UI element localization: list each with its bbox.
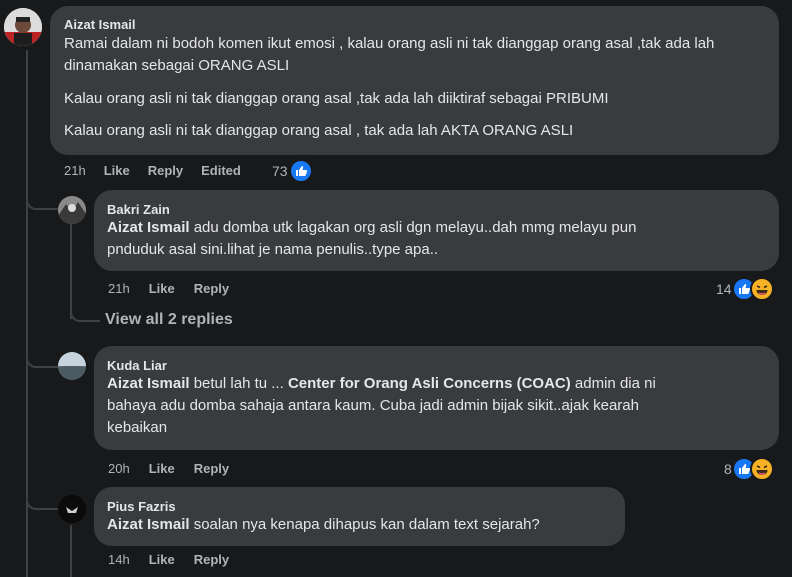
thread-curve-2 — [26, 348, 58, 368]
like-icon — [288, 159, 313, 183]
reply-author[interactable]: Pius Fazris — [107, 499, 612, 514]
reply-text-part: soalan nya kenapa dihapus kan dalam text… — [189, 516, 540, 533]
reply-button[interactable]: Reply — [194, 281, 229, 296]
thread-curve-viewall — [70, 302, 100, 322]
like-button[interactable]: Like — [104, 163, 130, 178]
reply-text-line2: bahaya adu domba sahaja antara kaum. Cub… — [107, 397, 639, 414]
thread-curve-3 — [26, 490, 58, 510]
reply-text: Aizat Ismail betul lah tu ... Center for… — [107, 373, 766, 395]
reply-author[interactable]: Kuda Liar — [107, 358, 766, 373]
avatar-image — [58, 495, 86, 523]
avatar-bakri[interactable] — [58, 196, 86, 224]
mention-link-page[interactable]: Center for Orang Asli Concerns (COAC) — [288, 375, 571, 392]
reply-text: Aizat Ismail soalan nya kenapa dihapus k… — [107, 514, 612, 536]
avatar-image — [58, 352, 86, 380]
reply-time[interactable]: 20h — [108, 461, 130, 476]
reaction-summary-main[interactable]: 73 — [272, 159, 313, 183]
reply-bubble-2: Kuda Liar Aizat Ismail betul lah tu ... … — [94, 346, 779, 450]
comment-paragraph-2: Kalau orang asli ni tak dianggap orang a… — [64, 90, 609, 107]
haha-icon — [749, 277, 774, 301]
like-button[interactable]: Like — [149, 461, 175, 476]
comment-bubble-main: Aizat Ismail Ramai dalam ni bodoh komen … — [50, 6, 779, 155]
like-button[interactable]: Like — [149, 552, 175, 567]
avatar-kuda[interactable] — [58, 352, 86, 380]
avatar-image — [4, 8, 42, 46]
mention-link[interactable]: Aizat Ismail — [107, 219, 190, 236]
reply-text-part: admin dia ni — [570, 375, 656, 392]
mention-link[interactable]: Aizat Ismail — [107, 516, 190, 533]
reaction-summary-2[interactable]: 8 — [724, 457, 774, 481]
thread-line-sub-3 — [70, 525, 72, 577]
reply-time[interactable]: 21h — [108, 281, 130, 296]
reply-button[interactable]: Reply — [194, 552, 229, 567]
reaction-count: 73 — [272, 163, 288, 179]
comment-paragraph-1: Ramai dalam ni bodoh komen ikut emosi , … — [64, 35, 715, 74]
edited-label[interactable]: Edited — [201, 163, 241, 178]
avatar-pius[interactable] — [58, 495, 86, 523]
like-button[interactable]: Like — [149, 281, 175, 296]
reply-actions-1: 21h Like Reply — [108, 281, 229, 296]
comment-author[interactable]: Aizat Ismail — [64, 17, 765, 32]
reply-text: Aizat Ismail adu domba utk lagakan org a… — [107, 217, 766, 239]
reply-text-line2: pnduduk asal sini.lihat je nama penulis.… — [107, 241, 439, 258]
comment-time[interactable]: 21h — [64, 163, 86, 178]
reply-actions-2: 20h Like Reply — [108, 461, 229, 476]
avatar-image — [58, 196, 86, 224]
mention-link[interactable]: Aizat Ismail — [107, 375, 190, 392]
comment-paragraph-3: Kalau orang asli ni tak dianggap orang a… — [64, 122, 574, 139]
reply-time[interactable]: 14h — [108, 552, 130, 567]
view-all-replies-link[interactable]: View all 2 replies — [105, 311, 233, 329]
reply-author[interactable]: Bakri Zain — [107, 202, 766, 217]
reaction-count: 14 — [716, 281, 732, 297]
reply-button[interactable]: Reply — [148, 163, 183, 178]
comment-actions-main: 21h Like Reply Edited — [64, 163, 241, 178]
haha-icon — [749, 457, 774, 481]
thread-curve-1 — [26, 190, 58, 210]
reply-bubble-3: Pius Fazris Aizat Ismail soalan nya kena… — [94, 487, 625, 546]
reply-text-part: betul lah tu ... — [189, 375, 288, 392]
reply-actions-3: 14h Like Reply — [108, 552, 229, 567]
reaction-summary-1[interactable]: 14 — [716, 277, 774, 301]
reply-button[interactable]: Reply — [194, 461, 229, 476]
reply-text-line3: kebaikan — [107, 419, 168, 436]
avatar-aizat[interactable] — [4, 8, 42, 46]
reply-text-part: adu domba utk lagakan org asli dgn melay… — [189, 219, 637, 236]
reaction-count: 8 — [724, 461, 732, 477]
reply-bubble-1: Bakri Zain Aizat Ismail adu domba utk la… — [94, 190, 779, 271]
